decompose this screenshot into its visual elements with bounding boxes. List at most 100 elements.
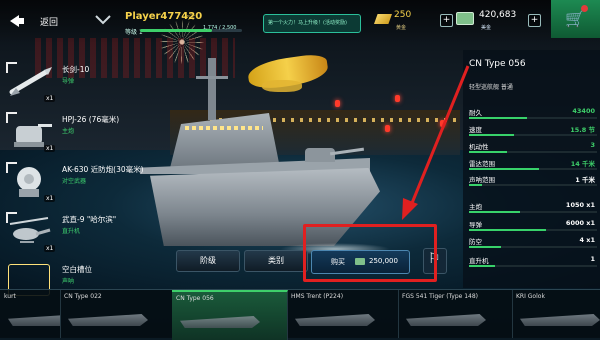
stat-bar <box>469 211 597 213</box>
ship-card-name: FGS 541 Tiger (Type 148) <box>402 293 479 300</box>
stat-bar <box>469 134 597 136</box>
ship-card-thumbnail <box>295 314 375 326</box>
stat-bar-fill <box>469 246 501 248</box>
stat-row: 防空 4 x1 <box>469 236 597 248</box>
slot-count: x1 <box>44 95 56 102</box>
ship-card-thumbnail <box>180 316 260 328</box>
stat-row: 主炮 1050 x1 <box>469 201 597 213</box>
stat-bar-fill <box>469 184 482 186</box>
category-filter-button[interactable]: 类别 <box>244 250 308 272</box>
shop-button[interactable]: 🛒 <box>551 0 600 38</box>
stat-bar <box>469 184 597 186</box>
stat-value: 14 千米 <box>570 160 595 168</box>
stat-label: 防空 <box>469 238 482 246</box>
ship-card[interactable]: KRI Golok <box>512 290 600 338</box>
weapon-slot-main-gun[interactable]: x1 HPJ-26 (76毫米) 主炮 <box>6 112 156 158</box>
cash-amount: 420,683 <box>479 10 517 20</box>
cash-icon <box>456 12 474 25</box>
ship-gun-barrel <box>329 147 365 156</box>
stat-row: 速度 15.8 节 <box>469 124 597 136</box>
ship-card-name: KRI Golok <box>516 293 545 300</box>
ship-card-thumbnail <box>8 314 60 326</box>
stat-bar-fill <box>469 168 540 170</box>
weapon-type: 声呐 <box>62 278 75 285</box>
stat-bar-fill <box>469 151 508 153</box>
stat-bar-fill <box>469 229 546 231</box>
slot-count: x1 <box>44 245 56 252</box>
stat-label: 速度 <box>469 126 482 134</box>
weapon-type: 导弹 <box>62 78 75 85</box>
stat-value: 6000 x1 <box>565 219 595 227</box>
stat-value: 43400 <box>572 107 595 115</box>
weapon-name: HPJ-26 (76毫米) <box>62 115 120 124</box>
stat-row: 导弹 6000 x1 <box>469 219 597 231</box>
top-bar: 返回 Player477420 ☆ 等级 1 1,774 / 2,500 第一个… <box>0 0 600 44</box>
highlight-box <box>303 224 437 282</box>
back-button[interactable]: 返回 <box>40 15 58 28</box>
gold-bar-icon <box>374 14 392 24</box>
gold-label: 黄金 <box>396 25 407 31</box>
lantern <box>385 125 390 132</box>
weapon-name: 长剑-10 <box>62 65 90 74</box>
lantern <box>440 120 445 127</box>
stat-value: 1 千米 <box>575 176 595 184</box>
star-icon: ☆ <box>186 10 196 23</box>
ship-card[interactable]: HMS Trent (P224) <box>287 290 399 338</box>
add-gold-button[interactable]: + <box>440 14 453 27</box>
stat-row: 声呐范围 1 千米 <box>469 174 597 186</box>
chevron-down-icon[interactable] <box>94 14 112 26</box>
ship-card[interactable]: FGS 541 Tiger (Type 148) <box>398 290 513 338</box>
ship-card[interactable]: CN Type 056 <box>172 290 288 340</box>
ship-card-thumbnail <box>406 314 486 326</box>
stat-label: 导弹 <box>469 221 482 229</box>
ship-title: CN Type 056 <box>469 59 526 69</box>
gold-amount: 250 <box>394 10 412 20</box>
stat-bar <box>469 265 597 267</box>
xp-text: 1,774 / 2,500 <box>203 25 237 31</box>
lantern <box>395 95 400 102</box>
ship-card-name: HMS Trent (P224) <box>291 293 344 300</box>
cash-label: 美金 <box>481 25 492 31</box>
stat-bar-fill <box>469 211 521 213</box>
stat-label: 耐久 <box>469 109 482 117</box>
weapon-slot-missile[interactable]: x1 长剑-10 导弹 <box>6 62 156 108</box>
stat-bar <box>469 246 597 248</box>
xp-progress-fill <box>140 29 213 32</box>
stat-bar-fill <box>469 117 527 119</box>
stat-row: 耐久 43400 <box>469 107 597 119</box>
weapon-name: 空白槽位 <box>62 265 92 274</box>
stat-row: 直升机 1 <box>469 255 597 267</box>
ship-mast <box>208 58 216 120</box>
stat-bar <box>469 117 597 119</box>
ship-card[interactable]: kurt <box>0 290 61 338</box>
stat-label: 机动性 <box>469 143 489 151</box>
stat-value: 1050 x1 <box>565 201 595 209</box>
weapon-slot-anti-air[interactable]: x1 AK-630 近防炮(30毫米) 对空武器 <box>6 162 156 208</box>
slot-count: x1 <box>44 145 56 152</box>
stat-label: 雷达范围 <box>469 160 495 168</box>
ship-mast-yard <box>196 76 228 79</box>
ship-card-thumbnail <box>68 314 148 326</box>
weapon-type: 直升机 <box>62 228 81 235</box>
cart-icon: 🛒 <box>565 9 585 28</box>
ship-card[interactable]: CN Type 022 <box>60 290 173 338</box>
weapon-slot-helicopter[interactable]: x1 武直-9 "哈尔滨" 直升机 <box>6 212 156 258</box>
ship-class: 轻型巡航舰 普通 <box>469 84 513 91</box>
stat-label: 直升机 <box>469 257 489 265</box>
stat-label: 声呐范围 <box>469 176 495 184</box>
weapon-type: 对空武器 <box>62 178 87 185</box>
stat-bar <box>469 229 597 231</box>
stat-bar <box>469 168 597 170</box>
promo-banner[interactable]: 第一个火力！马上升级！(活动奖励) <box>263 14 361 33</box>
promo-text: 第一个火力！马上升级！(活动奖励) <box>268 20 347 26</box>
tier-filter-button[interactable]: 阶级 <box>176 250 240 272</box>
ship-card-name: kurt <box>4 293 16 300</box>
stat-row: 雷达范围 14 千米 <box>469 158 597 170</box>
back-arrow-icon[interactable] <box>10 14 24 28</box>
stat-bar-fill <box>469 265 495 267</box>
stat-bar-fill <box>469 134 514 136</box>
weapon-type: 主炮 <box>62 128 75 135</box>
stat-value: 4 x1 <box>579 236 595 244</box>
ship-windows <box>185 126 263 130</box>
add-cash-button[interactable]: + <box>528 14 541 27</box>
